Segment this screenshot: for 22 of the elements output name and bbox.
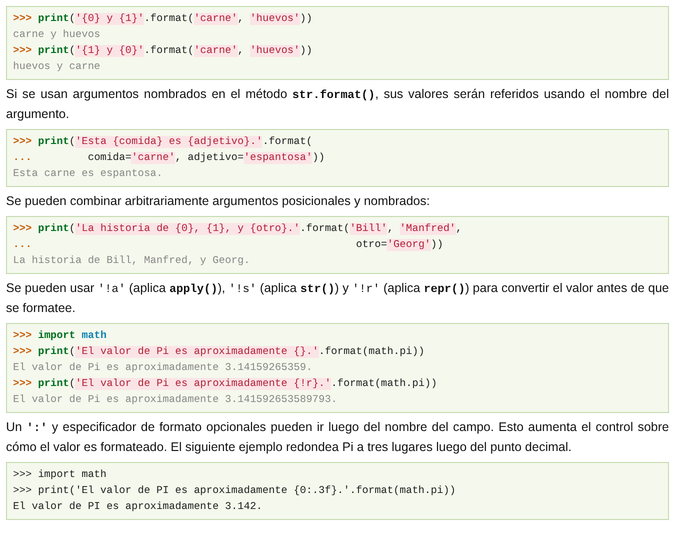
code-line: >>> print('La historia de {0}, {1}, y {otro}.'.format('Bill', 'Manfred',: [13, 222, 464, 237]
code-line: >>> import math: [13, 329, 108, 344]
paragraph: Se pueden combinar arbitrariamente argumentos posicionales y nombrados:: [6, 193, 431, 210]
code-line: El valor de Pi es aproximadamente 3.141592653589793.: [13, 393, 338, 408]
code-line: >>> print('El valor de PI es aproximadamente {0:.3f}.'.format(math.pi)): [13, 484, 457, 499]
paragraph: Si se usan argumentos nombrados en el método str.format(), sus valores serán referidos usando el nombre del argumento.: [6, 86, 669, 123]
code-line: >>> print('{0} y {1}'.format('carne', 'huevos')): [13, 12, 314, 27]
code-line: ... otro='Georg')): [13, 238, 444, 253]
code-line: >>> print('El valor de Pi es aproximadamente {!r}.'.format(math.pi)): [13, 377, 438, 392]
code-line: La historia de Bill, Manfred, y Georg.: [13, 254, 251, 269]
code-line: carne y huevos: [13, 28, 102, 43]
code-line: Esta carne es espantosa.: [13, 167, 164, 182]
paragraph: Un ':' y especificador de formato opcionales pueden ir luego del nombre del campo. Esto aumenta el control sobre cómo el valor es formateado. El siguiente ejemplo redondea Pi a tres lugares luego del punto decimal.: [6, 419, 669, 456]
code-line: huevos y carne: [13, 60, 102, 75]
code-line: >>> print('{1} y {0}'.format('carne', 'huevos')): [13, 44, 314, 59]
code-line: El valor de PI es aproximadamente 3.142.: [13, 500, 264, 515]
code-line: >>> print('Esta {comida} es {adjetivo}.'.format(: [13, 135, 314, 150]
code-line: >>> print('El valor de Pi es aproximadamente {}.'.format(math.pi)): [13, 345, 426, 360]
code-line: >>> import math: [13, 468, 108, 483]
code-line: El valor de Pi es aproximadamente 3.14159265359.: [13, 361, 314, 376]
paragraph: Se pueden usar '!a' (aplica apply()), '!s' (aplica str()) y '!r' (aplica repr()) para convertir el valor antes de que se formatee.: [6, 280, 669, 317]
code-line: ... comida='carne', adjetivo='espantosa')): [13, 151, 326, 166]
